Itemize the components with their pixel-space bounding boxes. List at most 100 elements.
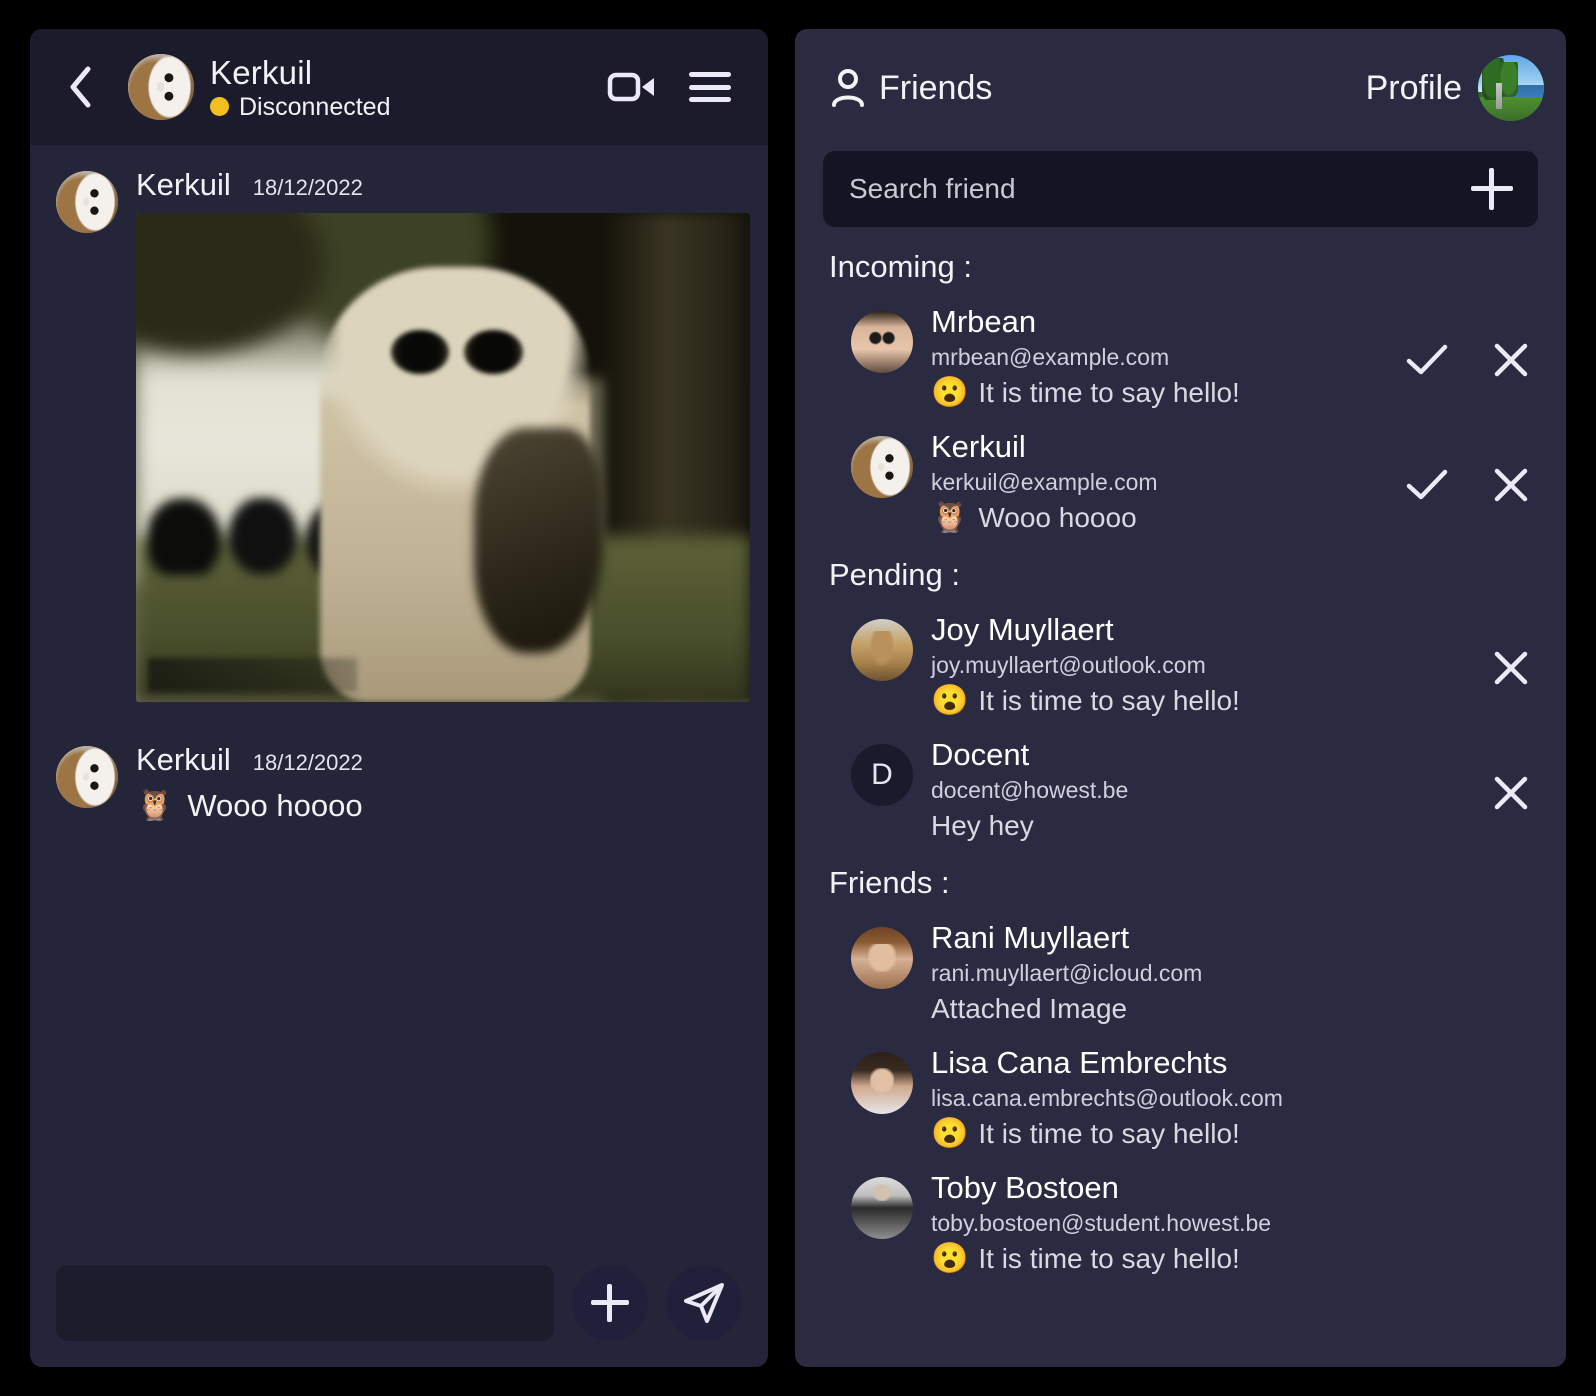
- message-body: Kerkuil 18/12/2022 🦉 Wooo hoooo: [136, 742, 742, 826]
- message-text-row: 🦉 Wooo hoooo: [136, 786, 742, 826]
- face-open-mouth-emoji-icon: 😮: [931, 1242, 969, 1275]
- friend-name: Docent: [931, 737, 1030, 772]
- friend-last-message: Attached Image: [931, 993, 1128, 1024]
- message-meta: Kerkuil 18/12/2022: [136, 742, 742, 778]
- check-icon: [1406, 469, 1448, 500]
- friend-request-row[interactable]: Kerkuil kerkuil@example.com 🦉 Wooo hoooo: [795, 420, 1566, 545]
- action-placeholder: [1404, 645, 1450, 691]
- owl-emoji-icon: 🦉: [136, 789, 174, 822]
- friend-name: Lisa Cana Embrechts: [931, 1045, 1228, 1080]
- kerkuil-owl-avatar: [56, 746, 118, 808]
- friend-request-row[interactable]: D Docent docent@howest.be Hey hey: [795, 728, 1566, 853]
- message-item: Kerkuil 18/12/2022 🦉 Wooo hoooo: [56, 742, 742, 826]
- friend-list-item[interactable]: Lisa Cana Embrechts lisa.cana.embrechts@…: [795, 1036, 1566, 1161]
- search-section: [795, 147, 1566, 227]
- chat-menu-button[interactable]: [682, 59, 738, 115]
- friend-last-message: Wooo hoooo: [978, 502, 1137, 533]
- chat-status-label: Disconnected: [239, 92, 391, 121]
- friend-info: Kerkuil kerkuil@example.com 🦉 Wooo hoooo: [931, 428, 1394, 537]
- friend-name: Mrbean: [931, 304, 1037, 339]
- section-title-friends: Friends :: [829, 865, 950, 900]
- app-root: Kerkuil Disconnected Kerkuil 18/12/2022 …: [0, 0, 1596, 1396]
- message-author: Kerkuil: [136, 742, 231, 777]
- action-placeholder: [1404, 770, 1450, 816]
- cancel-request-button[interactable]: [1488, 645, 1534, 691]
- message-author: Kerkuil: [136, 167, 231, 202]
- friend-email: mrbean@example.com: [931, 344, 1170, 370]
- close-icon: [1494, 468, 1528, 502]
- friend-name: Joy Muyllaert: [931, 612, 1114, 647]
- cancel-request-button[interactable]: [1488, 770, 1534, 816]
- friend-name: Kerkuil: [931, 429, 1026, 464]
- search-input[interactable]: [849, 173, 1468, 205]
- friend-last-message-row: Hey hey: [931, 807, 1394, 845]
- friends-header: Friends Profile: [795, 29, 1566, 147]
- kerkuil-owl-avatar: [56, 171, 118, 233]
- friend-info: Toby Bostoen toby.bostoen@student.howest…: [931, 1169, 1534, 1278]
- video-camera-icon: [607, 72, 654, 102]
- message-timestamp: 18/12/2022: [252, 750, 363, 775]
- friend-last-message: It is time to say hello!: [978, 1118, 1240, 1149]
- kerkuil-owl-avatar: [128, 54, 194, 120]
- send-button[interactable]: [666, 1265, 742, 1341]
- friend-request-row[interactable]: Mrbean mrbean@example.com 😮 It is time t…: [795, 295, 1566, 420]
- friend-actions: [1394, 462, 1534, 508]
- accept-request-button[interactable]: [1404, 337, 1450, 383]
- chat-header: Kerkuil Disconnected: [30, 29, 768, 145]
- friends-list[interactable]: Incoming : Mrbean mrbean@example.com 😮 I…: [795, 227, 1566, 1367]
- friend-name: Toby Bostoen: [931, 1170, 1119, 1205]
- hamburger-menu-icon: [689, 72, 731, 102]
- profile-avatar[interactable]: [1478, 55, 1544, 121]
- friends-title: Friends: [879, 69, 993, 107]
- message-body: Kerkuil 18/12/2022: [136, 167, 750, 702]
- rani-photo-avatar: [851, 927, 913, 989]
- friend-list-item[interactable]: Toby Bostoen toby.bostoen@student.howest…: [795, 1161, 1566, 1286]
- message-input[interactable]: [56, 1265, 554, 1341]
- friend-request-row[interactable]: Joy Muyllaert joy.muyllaert@outlook.com …: [795, 603, 1566, 728]
- face-open-mouth-emoji-icon: 😮: [931, 684, 969, 717]
- chat-contact-name: Kerkuil: [210, 53, 313, 91]
- friend-actions: [1394, 337, 1534, 383]
- search-bar: [823, 151, 1538, 227]
- section-title-incoming: Incoming :: [829, 249, 973, 284]
- profile-link[interactable]: Profile: [1366, 68, 1462, 108]
- friends-title-group: Friends: [831, 68, 992, 108]
- minecraft-landscape-avatar: [1478, 55, 1544, 121]
- add-friend-button[interactable]: [1468, 165, 1516, 213]
- friend-actions: [1394, 645, 1534, 691]
- friend-email: joy.muyllaert@outlook.com: [931, 652, 1206, 678]
- back-button[interactable]: [60, 63, 100, 111]
- kerkuil-owl-avatar: [851, 436, 913, 498]
- chat-header-avatar[interactable]: [128, 54, 194, 120]
- face-open-mouth-emoji-icon: 😮: [931, 376, 969, 409]
- chevron-left-icon: [70, 66, 91, 108]
- message-avatar: [56, 746, 118, 808]
- accept-request-button[interactable]: [1404, 462, 1450, 508]
- mrbean-photo-avatar: [851, 311, 913, 373]
- status-dot: [210, 97, 229, 116]
- friend-email: toby.bostoen@student.howest.be: [931, 1210, 1272, 1236]
- friend-info: Mrbean mrbean@example.com 😮 It is time t…: [931, 303, 1394, 412]
- friend-info: Lisa Cana Embrechts lisa.cana.embrechts@…: [931, 1044, 1534, 1153]
- friend-list-item[interactable]: Rani Muyllaert rani.muyllaert@icloud.com…: [795, 911, 1566, 1036]
- plus-icon: [1471, 168, 1513, 210]
- close-icon: [1494, 651, 1528, 685]
- friend-name: Rani Muyllaert: [931, 920, 1130, 955]
- friend-email: kerkuil@example.com: [931, 469, 1158, 495]
- friend-last-message-row: 😮 It is time to say hello!: [931, 1115, 1534, 1153]
- decline-request-button[interactable]: [1488, 337, 1534, 383]
- decline-request-button[interactable]: [1488, 462, 1534, 508]
- message-attached-image[interactable]: [136, 213, 750, 702]
- attach-button[interactable]: [572, 1265, 648, 1341]
- message-meta: Kerkuil 18/12/2022: [136, 167, 742, 203]
- video-call-button[interactable]: [604, 59, 660, 115]
- message-text: Wooo hoooo: [187, 788, 363, 823]
- message-item: Kerkuil 18/12/2022: [56, 167, 750, 702]
- message-timestamp: 18/12/2022: [252, 175, 363, 200]
- chat-status-row: Disconnected: [210, 93, 604, 121]
- initial-avatar: D: [851, 744, 913, 806]
- owlet-photo: [136, 213, 750, 702]
- chat-panel: Kerkuil Disconnected Kerkuil 18/12/2022 …: [30, 29, 768, 1367]
- friend-actions: [1394, 770, 1534, 816]
- friend-last-message: Hey hey: [931, 810, 1034, 841]
